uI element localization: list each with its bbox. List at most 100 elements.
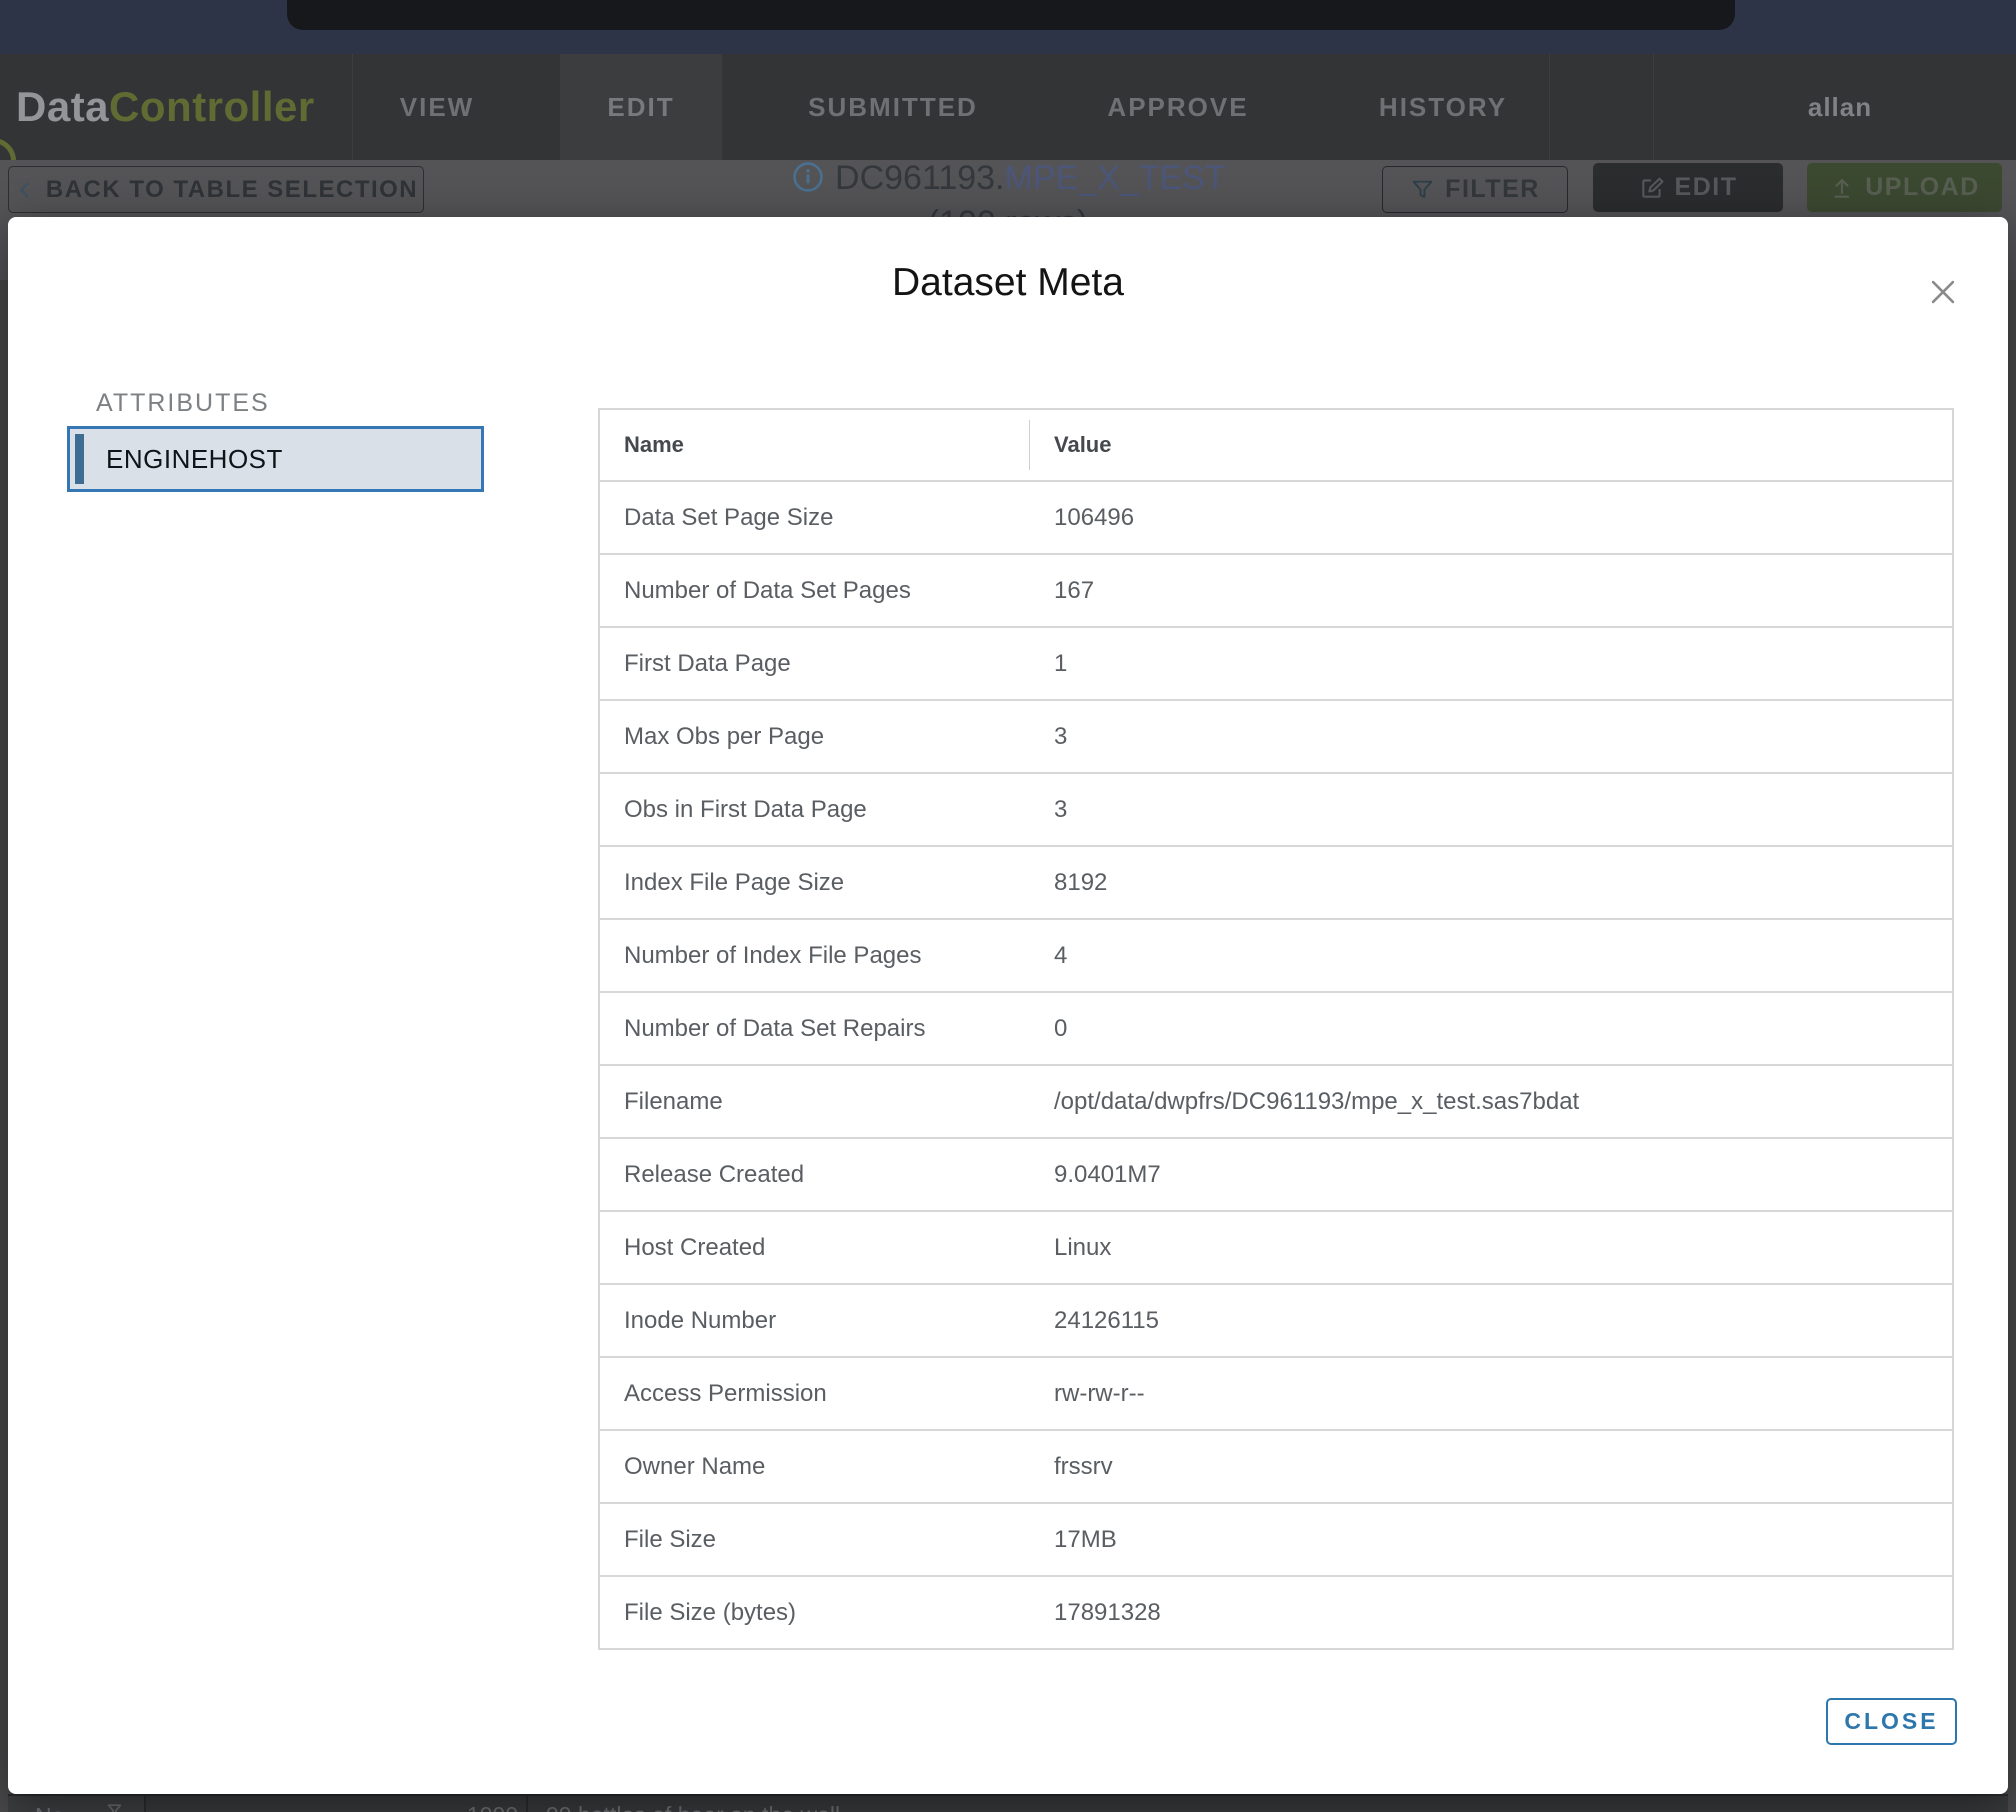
meta-name-cell: Max Obs per Page [600, 701, 1030, 772]
meta-value-cell: 9.0401M7 [1030, 1139, 1952, 1210]
no-column-label: No [35, 1803, 64, 1812]
user-menu[interactable]: allan [1808, 54, 1872, 160]
upload-button[interactable]: UPLOAD [1807, 163, 2002, 212]
info-circle-icon[interactable] [791, 160, 825, 194]
table-row: Obs in First Data Page 3 [600, 772, 1952, 845]
meta-value-cell: 24126115 [1030, 1285, 1952, 1356]
back-button-label: BACK TO TABLE SELECTION [46, 176, 418, 204]
logo-text-primary: Data [16, 83, 109, 131]
window-tab-shape [287, 0, 1735, 30]
table-row: Number of Index File Pages 4 [600, 918, 1952, 991]
logo-text-secondary: Controller [109, 83, 315, 131]
table-row: Owner Name frssrv [600, 1429, 1952, 1502]
meta-value-cell: /opt/data/dwpfrs/DC961193/mpe_x_test.sas… [1030, 1066, 1952, 1137]
meta-name-cell: Number of Data Set Pages [600, 555, 1030, 626]
meta-value-cell: 3 [1030, 774, 1952, 845]
background-table-header-row: No 1000 99 bottles of beer on the wall [8, 1794, 2008, 1812]
nav-item-approve[interactable]: APPROVE [1107, 54, 1248, 160]
meta-name-cell: File Size (bytes) [600, 1577, 1030, 1648]
nav-divider [352, 54, 353, 160]
column-divider [144, 1796, 146, 1812]
dataset-meta-modal: Dataset Meta ATTRIBUTES ENGINEHOST Name … [8, 217, 2008, 1794]
dataset-library-name: DC961193. [835, 159, 1005, 197]
main-nav: DataController VIEW EDIT SUBMITTED APPRO… [0, 54, 2016, 160]
meta-name-cell: First Data Page [600, 628, 1030, 699]
table-row: Access Permission rw-rw-r-- [600, 1356, 1952, 1429]
table-row: Filename /opt/data/dwpfrs/DC961193/mpe_x… [600, 1064, 1952, 1137]
filter-button[interactable]: FILTER [1382, 166, 1568, 213]
background-table-no-column-header: No [8, 1796, 144, 1812]
meta-name-cell: File Size [600, 1504, 1030, 1575]
table-row: Number of Data Set Pages 167 [600, 553, 1952, 626]
funnel-icon [1410, 177, 1435, 202]
table-row: File Size 17MB [600, 1502, 1952, 1575]
meta-value-cell: 106496 [1030, 482, 1952, 553]
meta-name-cell: Index File Page Size [600, 847, 1030, 918]
nav-item-edit[interactable]: EDIT [560, 54, 722, 160]
meta-value-cell: Linux [1030, 1212, 1952, 1283]
meta-value-cell: 0 [1030, 993, 1952, 1064]
back-to-table-selection-button[interactable]: BACK TO TABLE SELECTION [8, 166, 424, 213]
meta-name-cell: Number of Index File Pages [600, 920, 1030, 991]
meta-table: Name Value Data Set Page Size 106496 Num… [598, 408, 1954, 1650]
edit-button[interactable]: EDIT [1593, 163, 1783, 212]
nav-item-history[interactable]: HISTORY [1379, 54, 1507, 160]
meta-name-cell: Obs in First Data Page [600, 774, 1030, 845]
meta-table-body: Data Set Page Size 106496 Number of Data… [600, 480, 1952, 1648]
meta-value-cell: frssrv [1030, 1431, 1952, 1502]
meta-name-cell: Release Created [600, 1139, 1030, 1210]
funnel-icon [106, 1802, 123, 1812]
attributes-heading: ATTRIBUTES [96, 389, 270, 418]
table-row: Index File Page Size 8192 [600, 845, 1952, 918]
table-row: First Data Page 1 [600, 626, 1952, 699]
meta-name-cell: Host Created [600, 1212, 1030, 1283]
meta-value-cell: 1 [1030, 628, 1952, 699]
meta-name-cell: Access Permission [600, 1358, 1030, 1429]
attribute-item-enginehost[interactable]: ENGINEHOST [67, 426, 484, 492]
meta-name-cell: Inode Number [600, 1285, 1030, 1356]
upload-button-label: UPLOAD [1865, 173, 1980, 202]
close-icon[interactable] [1926, 275, 1960, 309]
column-header-value: Value [1030, 410, 1952, 480]
app-window: DataController VIEW EDIT SUBMITTED APPRO… [0, 0, 2016, 1812]
nav-divider [1549, 54, 1550, 160]
meta-name-cell: Data Set Page Size [600, 482, 1030, 553]
meta-name-cell: Number of Data Set Repairs [600, 993, 1030, 1064]
meta-value-cell: 17MB [1030, 1504, 1952, 1575]
background-row-text: 99 bottles of beer on the wall [546, 1802, 840, 1812]
background-row-number: 1000 [467, 1802, 518, 1812]
modal-title: Dataset Meta [8, 261, 2008, 305]
column-header-name: Name [600, 410, 1030, 480]
table-row: Max Obs per Page 3 [600, 699, 1952, 772]
dataset-table-name: MPE_X_TEST [1005, 159, 1225, 197]
selection-accent-bar [75, 434, 84, 484]
nav-item-view[interactable]: VIEW [400, 54, 474, 160]
table-row: Data Set Page Size 106496 [600, 480, 1952, 553]
nav-item-submitted[interactable]: SUBMITTED [808, 54, 978, 160]
meta-value-cell: 8192 [1030, 847, 1952, 918]
meta-table-header-row: Name Value [600, 410, 1952, 480]
close-button[interactable]: CLOSE [1826, 1698, 1957, 1745]
meta-name-cell: Filename [600, 1066, 1030, 1137]
meta-value-cell: rw-rw-r-- [1030, 1358, 1952, 1429]
table-row: Release Created 9.0401M7 [600, 1137, 1952, 1210]
meta-name-cell: Owner Name [600, 1431, 1030, 1502]
edit-button-label: EDIT [1675, 173, 1738, 202]
table-row: Number of Data Set Repairs 0 [600, 991, 1952, 1064]
window-title-bar [0, 0, 2016, 54]
chevron-left-icon [14, 177, 36, 203]
table-row: Host Created Linux [600, 1210, 1952, 1283]
meta-value-cell: 167 [1030, 555, 1952, 626]
meta-value-cell: 4 [1030, 920, 1952, 991]
pencil-square-icon [1639, 175, 1665, 201]
table-row: File Size (bytes) 17891328 [600, 1575, 1952, 1648]
nav-divider [1653, 54, 1654, 160]
meta-value-cell: 3 [1030, 701, 1952, 772]
filter-button-label: FILTER [1445, 175, 1540, 204]
meta-value-cell: 17891328 [1030, 1577, 1952, 1648]
column-divider [526, 1796, 528, 1812]
attribute-item-label: ENGINEHOST [106, 429, 283, 489]
app-logo[interactable]: DataController [16, 54, 315, 160]
upload-arrow-icon [1829, 175, 1855, 201]
table-row: Inode Number 24126115 [600, 1283, 1952, 1356]
